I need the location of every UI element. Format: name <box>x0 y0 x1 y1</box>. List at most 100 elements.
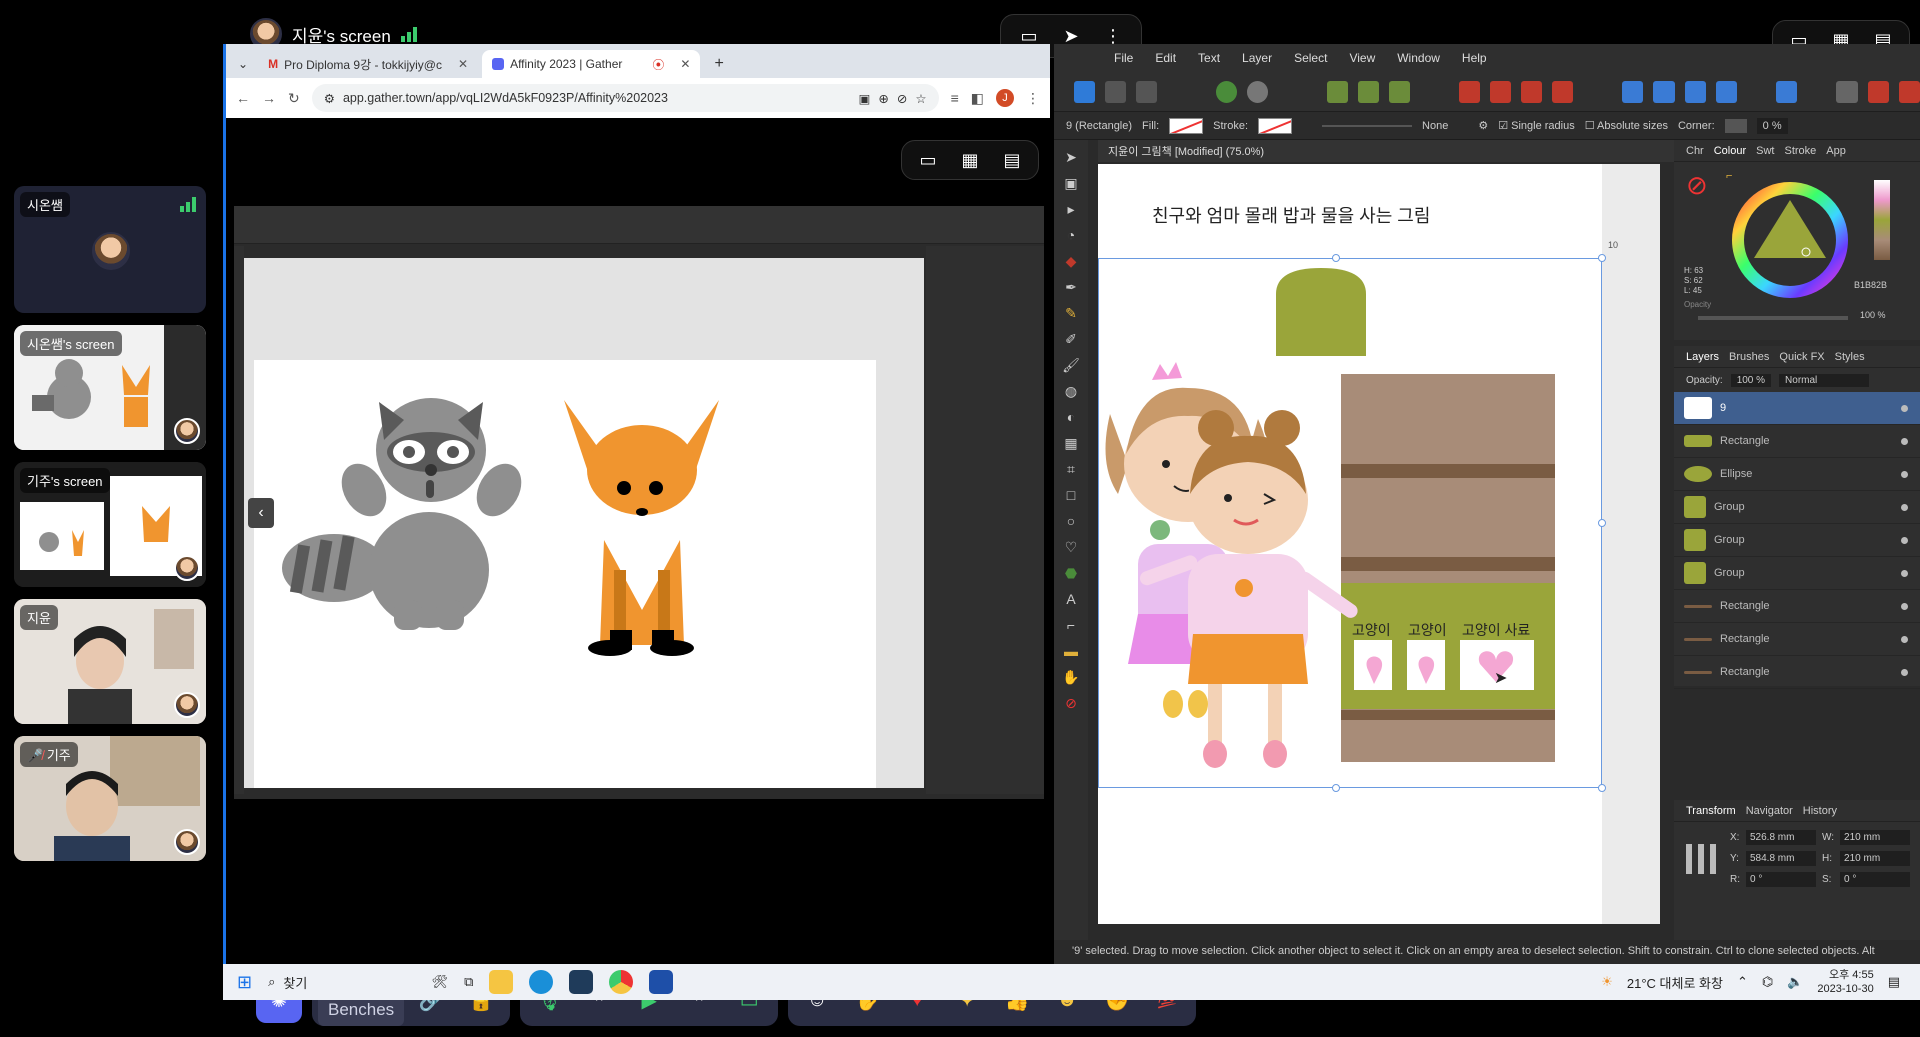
menu-icon[interactable]: ⋮ <box>1026 90 1040 107</box>
layer-row[interactable]: Rectangle <box>1674 656 1920 689</box>
hex-value[interactable]: B1B82B <box>1854 280 1887 290</box>
gear-icon[interactable]: ⚙ <box>1478 119 1488 132</box>
layer-row[interactable]: Group <box>1674 557 1920 590</box>
corner-type-select[interactable] <box>1724 118 1747 133</box>
tab-character[interactable]: Chr <box>1686 145 1704 157</box>
resize-handle[interactable] <box>1598 254 1606 262</box>
layer-opacity-input[interactable]: 100 % <box>1730 373 1772 387</box>
ruler-tool-icon[interactable]: ▬ <box>1062 642 1080 660</box>
s-input[interactable]: 0 ° <box>1840 872 1911 887</box>
forward-icon[interactable]: → <box>262 90 276 106</box>
windows-start-icon[interactable]: ⊞ <box>237 972 252 993</box>
undo-icon[interactable] <box>1898 80 1920 103</box>
export-persona-icon[interactable] <box>1136 80 1158 103</box>
point-transform-icon[interactable]: ◆ <box>1062 252 1080 270</box>
corner-value-input[interactable]: 0 % <box>1756 117 1788 134</box>
node-tool-icon[interactable]: ▸ <box>1062 200 1080 218</box>
blend-mode-select[interactable]: Normal <box>1779 373 1870 387</box>
visibility-dot[interactable] <box>1901 437 1908 445</box>
resize-handle[interactable] <box>1598 519 1606 527</box>
menu-file[interactable]: File <box>1114 51 1133 65</box>
clock[interactable]: 오후 4:55 2023-10-30 <box>1817 968 1873 996</box>
crop-tool-icon[interactable]: ⌗ <box>1062 460 1080 478</box>
opacity-slider[interactable] <box>1698 316 1848 320</box>
boolean-add-icon[interactable] <box>1458 80 1481 103</box>
tab-quickfx[interactable]: Quick FX <box>1779 351 1824 363</box>
tab-appearance[interactable]: App <box>1826 145 1846 157</box>
visibility-dot[interactable] <box>1901 668 1908 676</box>
bookmark-star-icon[interactable]: ☆ <box>915 91 926 106</box>
fill-stroke-icon[interactable]: ⊘ <box>1686 170 1708 201</box>
site-info-icon[interactable]: ⚙ <box>324 91 335 106</box>
close-tab-icon[interactable]: ✕ <box>458 57 468 71</box>
arrange-icon[interactable] <box>1684 80 1706 103</box>
close-tab-icon[interactable]: ✕ <box>680 57 690 71</box>
tab-layers[interactable]: Layers <box>1686 351 1719 363</box>
browser-tab-diploma[interactable]: M Pro Diploma 9강 - tokkijyiy@c ✕ <box>258 50 478 78</box>
vector-brush-icon[interactable]: ✐ <box>1062 330 1080 348</box>
fill-swatch[interactable] <box>1169 117 1204 134</box>
visibility-dot[interactable] <box>1901 602 1908 610</box>
arrange-icon[interactable] <box>1715 80 1737 103</box>
designer-persona-icon[interactable] <box>1074 80 1096 103</box>
fill-stroke-swatch-icon[interactable]: ⊘ <box>1062 694 1080 712</box>
resize-handle[interactable] <box>1598 784 1606 792</box>
visibility-dot[interactable] <box>1901 536 1908 544</box>
layer-row[interactable]: Group <box>1674 524 1920 557</box>
layer-row[interactable]: 9 <box>1674 392 1920 425</box>
settings-icon[interactable] <box>1247 80 1269 103</box>
align-icon[interactable] <box>1326 80 1348 103</box>
colour-wheel[interactable] <box>1730 180 1850 300</box>
tab-stroke[interactable]: Stroke <box>1784 145 1816 157</box>
selection-box[interactable] <box>1098 258 1602 788</box>
stroke-swatch[interactable] <box>1258 117 1293 134</box>
tab-swatches[interactable]: Swt <box>1756 145 1774 157</box>
chevron-up-icon[interactable]: ⌃ <box>1737 974 1748 990</box>
grid-icon[interactable]: ▦ <box>956 149 984 171</box>
pencil-tool-icon[interactable]: ✎ <box>1062 304 1080 322</box>
absolute-sizes-checkbox[interactable]: ☐ Absolute sizes <box>1585 119 1668 132</box>
resize-handle[interactable] <box>1332 784 1340 792</box>
task-view-icon[interactable]: ⧉ <box>464 974 473 990</box>
new-tab-button[interactable]: + <box>704 50 733 78</box>
anchor-selector[interactable] <box>1686 844 1716 874</box>
tab-list-button[interactable]: ⌄ <box>232 50 254 78</box>
participant-tile-sion-screen[interactable]: 시온쌤's screen <box>14 325 206 450</box>
layer-row[interactable]: Group <box>1674 491 1920 524</box>
align-icon[interactable] <box>1357 80 1379 103</box>
r-input[interactable]: 0 ° <box>1746 872 1816 887</box>
recent-colours[interactable] <box>1874 180 1890 260</box>
layer-row[interactable]: Ellipse <box>1674 458 1920 491</box>
camera-icon[interactable]: ▣ <box>859 91 871 106</box>
flip-icon[interactable] <box>1653 80 1675 103</box>
canvas[interactable]: 친구와 엄마 몰래 밥과 물을 사는 그림 10 고양이 고양이 고양이 사료 … <box>1098 164 1660 924</box>
tab-brushes[interactable]: Brushes <box>1729 351 1769 363</box>
heart-shape-icon[interactable]: ♡ <box>1062 538 1080 556</box>
corner-tool-icon[interactable]: ◔ <box>1062 226 1080 244</box>
text-tool-icon[interactable]: A <box>1062 590 1080 608</box>
distribute-icon[interactable] <box>1776 80 1798 103</box>
eyedropper-icon[interactable]: ⌐ <box>1062 616 1080 634</box>
monitor-icon[interactable]: ▭ <box>914 149 942 171</box>
menu-select[interactable]: Select <box>1294 51 1327 65</box>
single-radius-checkbox[interactable]: ☑ Single radius <box>1498 119 1575 132</box>
network-icon[interactable]: ⌬ <box>1762 974 1773 990</box>
snap-icon[interactable] <box>1867 80 1889 103</box>
place-image-icon[interactable]: ▦ <box>1062 434 1080 452</box>
back-icon[interactable]: ← <box>236 90 250 106</box>
grid-icon[interactable] <box>1836 80 1858 103</box>
menu-text[interactable]: Text <box>1198 51 1220 65</box>
visibility-dot[interactable] <box>1901 503 1908 511</box>
y-input[interactable]: 584.8 mm <box>1746 851 1816 866</box>
ellipse-tool-icon[interactable]: ○ <box>1062 512 1080 530</box>
reload-icon[interactable]: ↻ <box>288 90 300 107</box>
tab-navigator[interactable]: Navigator <box>1746 805 1793 817</box>
menu-help[interactable]: Help <box>1462 51 1487 65</box>
visibility-dot[interactable] <box>1901 404 1908 412</box>
paint-brush-icon[interactable]: 🖌 <box>1062 356 1080 374</box>
fill-tool-icon[interactable]: ◍ <box>1062 382 1080 400</box>
stroke-style[interactable]: None <box>1422 120 1448 132</box>
layer-row[interactable]: Rectangle <box>1674 623 1920 656</box>
opacity-value[interactable]: 100 % <box>1860 310 1886 320</box>
boolean-xor-icon[interactable] <box>1552 80 1574 103</box>
